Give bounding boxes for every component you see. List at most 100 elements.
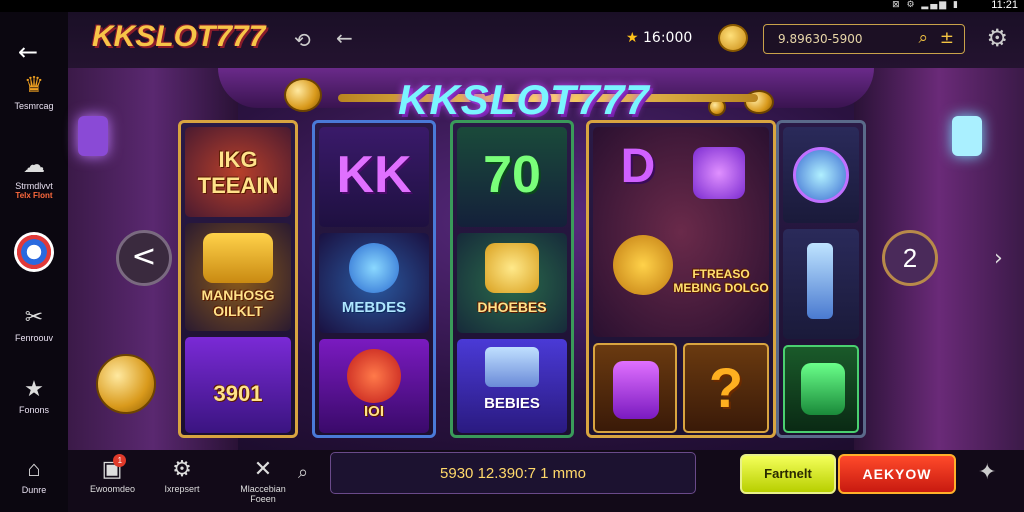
symbol-label: IOI	[363, 403, 384, 420]
reel-2-bottom-symbol[interactable]: IOI	[319, 339, 429, 433]
symbol-label: ?	[708, 356, 744, 419]
balance-display: ★ 16:000	[626, 30, 692, 46]
symbol-label: 3901	[213, 381, 263, 406]
reel-1-mid-symbol[interactable]: MANHOSG OILKLT	[185, 223, 291, 331]
menu-icon[interactable]: ✦	[978, 460, 996, 485]
notification-badge: 1	[113, 454, 127, 467]
bomb-icon	[349, 243, 399, 293]
reel-5-bottom-symbol[interactable]	[783, 345, 859, 433]
history-icon[interactable]: ⟲	[294, 28, 311, 52]
bottom-item-label: Ewoomdeo	[90, 484, 136, 494]
bottom-tools-item[interactable]: ✕ Mlaccebian Foeen	[228, 456, 298, 504]
reel-1-top-symbol[interactable]: IKG TEEAIN	[185, 127, 291, 217]
cloud-icon: ☁	[23, 152, 45, 177]
treasure-chest-icon	[203, 233, 273, 283]
chevron-right-icon[interactable]: ›	[994, 246, 1003, 271]
bottom-gift-item[interactable]: ▣ 1 Ewoomdeo	[90, 454, 136, 494]
bottom-bar: ▣ 1 Ewoomdeo ⚙ Ixrepsert ✕ Mlaccebian Foe…	[68, 450, 1024, 512]
status-icons: ⊠ ⚙ ▂▄▆ ▮	[892, 0, 960, 10]
bottom-item-label: Ixrepsert	[164, 484, 200, 494]
sidebar-item-tools[interactable]: ✂ Fenroouv	[0, 304, 68, 343]
trophy-icon: ♛	[24, 72, 44, 97]
bet-display[interactable]: 5930 12.390:7 1 mmo	[330, 452, 696, 494]
sidebar-item-label: Tesmrcag	[14, 101, 54, 111]
status-bar: ⊠ ⚙ ▂▄▆ ▮ 11:21	[0, 0, 1024, 12]
prev-arrow-button[interactable]: <	[116, 230, 172, 286]
cheese-icon	[485, 243, 539, 293]
symbol-label: IKG TEEAIN	[197, 147, 279, 198]
sidebar-item-chip[interactable]	[0, 230, 68, 275]
reel-3-top-symbol[interactable]: 70	[457, 127, 567, 227]
reel-4: D FTREASO MEBING DOLGO ?	[586, 120, 776, 438]
spotlight-right	[952, 116, 982, 156]
bottom-settings-item[interactable]: ⚙ Ixrepsert	[156, 456, 208, 494]
spotlight-left	[78, 116, 108, 156]
search-value: 9.89630-5900	[778, 32, 863, 46]
pineapple-icon	[613, 235, 673, 295]
coin-decoration	[284, 78, 322, 112]
sidebar-item-label: Fenroouv	[14, 333, 54, 343]
reel-5	[776, 120, 866, 438]
bet-value: 5930 12.390:7 1 mmo	[440, 465, 586, 482]
reel-2: KK MEBDES IOI	[312, 120, 436, 438]
reel-4-feature-symbol[interactable]: D FTREASO MEBING DOLGO	[593, 127, 769, 337]
screen-icon	[485, 347, 539, 387]
app-logo[interactable]: KKSLOT777	[92, 20, 265, 54]
gem-icon	[793, 147, 849, 203]
symbol-label: MEBDES	[341, 299, 407, 316]
tools-icon: ✂	[24, 304, 44, 329]
reel-5-mid-symbol[interactable]	[783, 229, 859, 339]
reel-4-bottom-left-symbol[interactable]	[593, 343, 677, 433]
balance-value: 16:000	[643, 30, 693, 46]
next-page-button[interactable]: 2	[882, 230, 938, 286]
coins-icon[interactable]	[718, 24, 748, 52]
reel-5-top-symbol[interactable]	[783, 127, 859, 223]
spin-button[interactable]: AEKYOW	[838, 454, 956, 494]
reel-2-top-symbol[interactable]: KK	[319, 127, 429, 227]
left-sidebar: ← ♛ Tesmrcag ☁ Strmdlvvt Telx Flont ✂ Fe…	[0, 12, 68, 512]
symbol-label: MANHOSG OILKLT	[201, 287, 275, 319]
top-header: KKSLOT777 ⟲ ← ★ 16:000 9.89630-5900 ⌕ ± …	[68, 12, 1024, 68]
banner-title: KKSLOT777	[398, 76, 650, 123]
app-root: ⊠ ⚙ ▂▄▆ ▮ 11:21 ← ♛ Tesmrcag ☁ Strmdlvvt…	[0, 0, 1024, 512]
symbol-label: 70	[483, 146, 541, 204]
reel-1: IKG TEEAIN MANHOSG OILKLT 3901	[178, 120, 298, 438]
bottom-item-label: Dunre	[21, 485, 47, 495]
sidebar-item-favorites[interactable]: ★ Fonons	[0, 376, 68, 415]
symbol-label: KK	[336, 146, 412, 204]
back-arrow-icon[interactable]: ←	[18, 38, 38, 66]
potion-icon	[693, 147, 745, 199]
search-box[interactable]: 9.89630-5900 ⌕ ±	[763, 24, 965, 54]
coin-decoration	[96, 354, 156, 414]
sidebar-item-label: Strmdlvvt	[15, 181, 53, 191]
bottle-icon	[807, 243, 833, 319]
game-stage: KKSLOT777 < 2 › IKG TEEAIN MANHOSG OILKL…	[68, 68, 1024, 450]
boot-icon	[613, 361, 659, 419]
sidebar-item-tournament[interactable]: ♛ Tesmrcag	[0, 72, 68, 111]
status-time: 11:21	[991, 0, 1018, 11]
sidebar-item-stream[interactable]: ☁ Strmdlvvt Telx Flont	[0, 152, 68, 200]
symbol-label: BEBIES	[484, 395, 540, 412]
poker-chip-icon	[14, 232, 54, 272]
search-icon[interactable]: ⌕	[298, 462, 308, 483]
emerald-icon	[801, 363, 845, 415]
orb-icon	[347, 349, 401, 403]
bottom-home-item[interactable]: ⌂ Dunre	[0, 456, 68, 495]
gift-icon: ▣ 1	[102, 454, 127, 482]
tools-icon: ✕	[253, 456, 273, 481]
secondary-action-button[interactable]: Fartnelt	[740, 454, 836, 494]
search-icon[interactable]: ⌕	[918, 28, 928, 48]
settings-gear-icon[interactable]: ⚙	[986, 24, 1008, 52]
star-icon: ★	[24, 376, 44, 401]
reel-3-mid-symbol[interactable]: DHOEBES	[457, 233, 567, 333]
reel-1-bottom-symbol[interactable]: 3901	[185, 337, 291, 433]
reel-3: 70 DHOEBES BEBIES	[450, 120, 574, 438]
sidebar-item-sublabel: Telx Flont	[15, 191, 53, 200]
reel-4-bottom-right-symbol[interactable]: ?	[683, 343, 769, 433]
back-icon[interactable]: ←	[336, 26, 353, 50]
reel-2-mid-symbol[interactable]: MEBDES	[319, 233, 429, 333]
plus-icon[interactable]: ±	[940, 28, 954, 48]
home-icon: ⌂	[27, 456, 41, 481]
reel-3-bottom-symbol[interactable]: BEBIES	[457, 339, 567, 433]
sidebar-item-label: Fonons	[18, 405, 50, 415]
